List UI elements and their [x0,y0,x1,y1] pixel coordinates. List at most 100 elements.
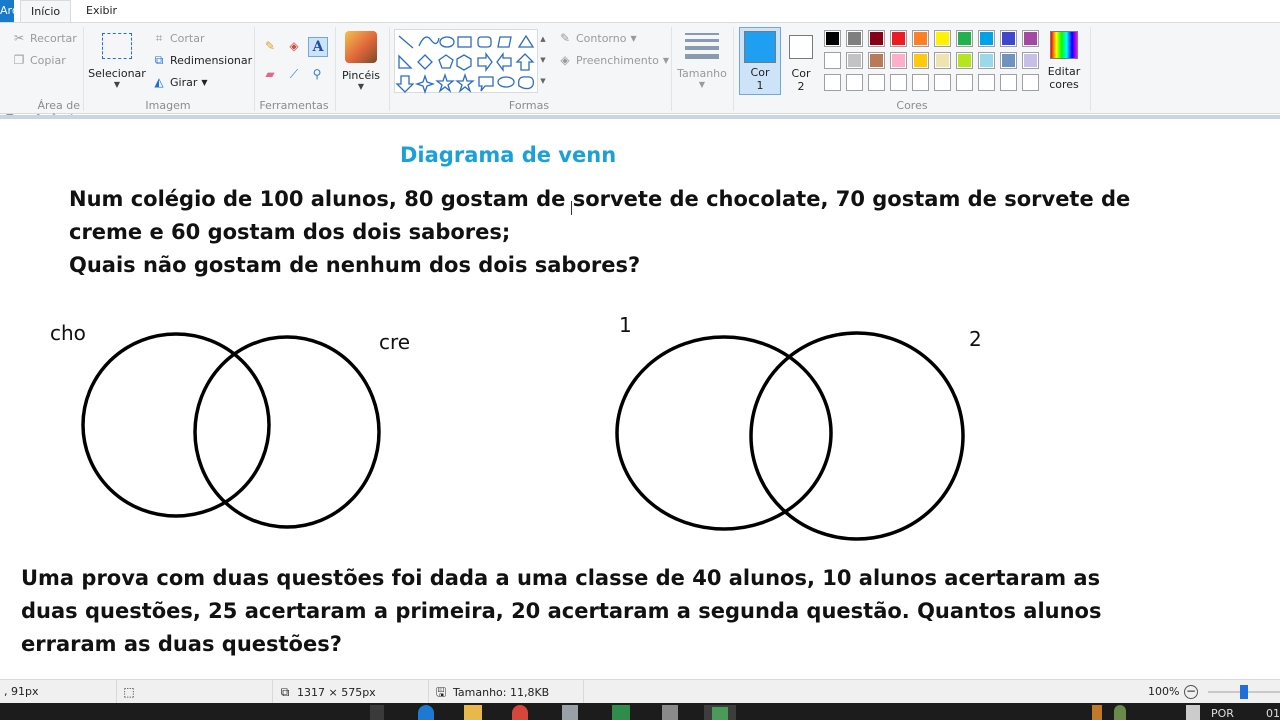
file-size-value: Tamanho: 11,8KB [453,685,550,699]
tab-file[interactable]: Arquivo [0,0,14,22]
color-swatch[interactable] [978,74,995,91]
drawing-canvas[interactable]: Diagrama de venn Num colégio de 100 alun… [0,119,1280,679]
clock[interactable]: 01 [1266,707,1280,720]
shapes-gallery[interactable] [394,29,538,95]
color1-number: 1 [756,79,764,92]
copy-icon: ❐ [13,53,25,67]
magnifier-icon[interactable]: ⚲ [310,67,324,81]
language-indicator[interactable]: POR [1211,707,1234,720]
select-label: Selecionar [88,67,146,80]
status-divider [583,680,584,704]
text-tool-icon[interactable]: A [308,37,328,57]
file-size: 🖫 Tamanho: 11,8KB [434,685,549,699]
color2-button[interactable]: Cor 2 [783,27,819,93]
pencil-icon[interactable]: ✎ [263,39,277,53]
color-swatch[interactable] [956,30,973,47]
color-swatch[interactable] [956,74,973,91]
disk-icon: 🖫 [435,685,447,699]
tray-icon[interactable] [1092,705,1102,720]
group-divider [335,27,336,111]
color-swatch[interactable] [824,30,841,47]
color-swatch[interactable] [1000,52,1017,69]
zoom-slider[interactable] [1208,685,1280,699]
color-picker-icon[interactable]: ⟋ [287,67,301,81]
color-swatch[interactable] [1022,30,1039,47]
chevron-down-icon: ▼ [662,55,669,65]
color-swatch[interactable] [934,52,951,69]
color-swatch[interactable] [912,30,929,47]
color-swatch[interactable] [1000,30,1017,47]
fill-button[interactable]: ◈ Preenchimento ▼ [558,53,669,67]
store-icon[interactable] [562,705,578,720]
chevron-down-icon: ▼ [201,77,208,87]
zoom-out-icon[interactable]: − [1184,685,1198,699]
group-divider [83,27,84,111]
color-swatch[interactable] [868,30,885,47]
outline-button[interactable]: ✎ Contorno ▼ [558,31,637,45]
app-icon[interactable] [612,705,630,720]
color1-button[interactable]: Cor 1 [739,27,781,95]
color-swatch[interactable] [934,30,951,47]
eraser-icon[interactable]: ▰ [263,67,277,81]
chrome-icon[interactable] [512,705,528,720]
select-button[interactable]: Selecionar ▼ [88,29,146,89]
color-swatch[interactable] [1000,74,1017,91]
status-divider [272,680,273,704]
image-size-icon: ⧉ [280,685,290,699]
color-swatch[interactable] [846,52,863,69]
group-divider [254,27,255,111]
resize-label: Redimensionar [170,53,253,67]
fill-icon: ◈ [560,53,570,67]
chevron-down-icon: ▼ [113,80,121,89]
chevron-down-icon: ▼ [630,33,637,43]
color-swatch[interactable] [1022,74,1039,91]
select-icon [102,33,132,59]
brushes-button[interactable]: Pincéis ▼ [340,29,382,91]
color-swatch[interactable] [846,30,863,47]
color-swatch[interactable] [868,74,885,91]
fill-bucket-icon[interactable]: ◈ [287,39,301,53]
crop-button[interactable]: ⌗ Cortar [152,31,205,45]
copy-label: Copiar [30,53,66,67]
color-swatch[interactable] [868,52,885,69]
tab-view[interactable]: Exibir [76,0,127,23]
edge-icon[interactable] [418,705,434,720]
color-swatch[interactable] [824,74,841,91]
outline-label: Contorno [576,31,627,45]
color-swatch[interactable] [1022,52,1039,69]
color-swatch[interactable] [934,74,951,91]
color-swatch[interactable] [978,52,995,69]
edit-colors-button[interactable]: Editar cores [1043,29,1085,91]
color-swatch[interactable] [912,52,929,69]
color-swatch[interactable] [912,74,929,91]
color-swatch[interactable] [890,52,907,69]
tray-icon-2[interactable] [1114,705,1126,720]
color-swatch[interactable] [956,52,973,69]
color1-label: Cor [750,66,770,79]
size-button[interactable]: Tamanho ▼ [676,29,728,89]
color-swatch[interactable] [846,74,863,91]
edit-colors-label: Editar [1047,65,1081,78]
cut-button[interactable]: ✂ Recortar [12,31,77,45]
copy-button[interactable]: ❐ Copiar [12,53,66,67]
shapes-scroll[interactable]: ▲ ▼ ▼ [538,29,548,93]
app-icon-2[interactable] [662,705,678,720]
color-swatch[interactable] [890,30,907,47]
paint-taskbar-icon[interactable] [704,705,736,720]
rotate-label: Girar [170,75,198,89]
tray-icon-3[interactable] [1186,705,1200,720]
brush-icon [345,31,377,63]
shapes-group-label: Formas [508,99,550,112]
explorer-icon[interactable] [464,705,482,720]
task-view-icon[interactable] [370,705,384,720]
color-spectrum-icon [1050,31,1078,59]
shapes-icons [395,34,535,95]
rotate-button[interactable]: ◭ Girar ▼ [152,75,208,89]
tab-home[interactable]: Início [20,0,72,23]
resize-button[interactable]: ⧉ Redimensionar [152,53,252,67]
zoom-slider-thumb[interactable] [1240,685,1248,699]
color-swatch[interactable] [890,74,907,91]
color-swatch[interactable] [978,30,995,47]
color-swatch[interactable] [824,52,841,69]
venn2-right-circle [749,331,965,541]
